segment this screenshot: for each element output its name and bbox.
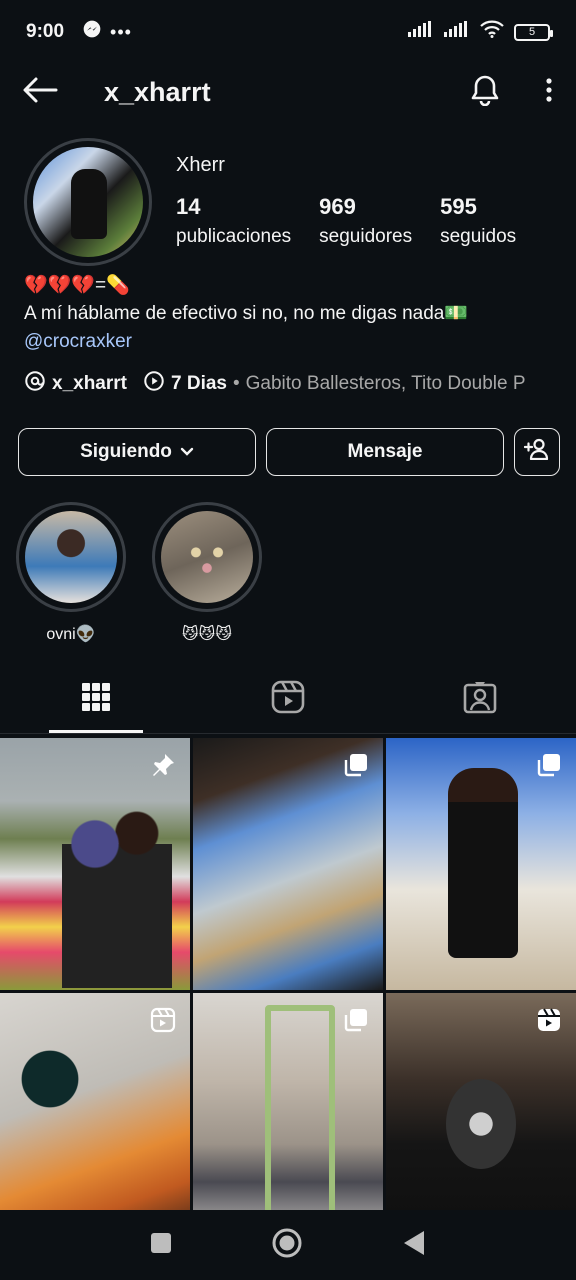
bell-icon[interactable] — [470, 74, 500, 111]
highlight-label: ovni👽 — [46, 626, 96, 643]
stat-label: publicaciones — [176, 226, 292, 247]
message-button[interactable]: Mensaje — [266, 428, 504, 476]
stat-value: 969 — [319, 194, 356, 219]
highlight-cover — [161, 511, 253, 603]
music-separator: • — [232, 373, 240, 394]
following-label: Siguiendo — [80, 441, 172, 462]
music-artists: Gabito Ballesteros, Tito Double P — [245, 373, 526, 394]
profile-bio: 💔💔💔=💊 A mí háblame de efectivo si no, no… — [24, 272, 552, 356]
avatar — [33, 147, 143, 257]
add-person-icon — [523, 438, 550, 466]
stat-followers[interactable]: 969 seguidores — [319, 194, 412, 248]
profile-tabs — [0, 666, 576, 734]
threads-handle[interactable]: x_xharrt — [52, 373, 127, 395]
back-triangle-icon[interactable] — [402, 1230, 426, 1261]
battery-level: 5 — [528, 26, 536, 38]
message-label: Mensaje — [347, 441, 423, 462]
tab-tagged[interactable] — [384, 666, 576, 733]
grid-icon — [81, 682, 111, 717]
profile-avatar-ring[interactable] — [24, 138, 152, 266]
highlight-label: 😼😼😼 — [181, 626, 233, 643]
post-thumbnail[interactable] — [193, 738, 383, 990]
signal-icon-2 — [444, 21, 470, 43]
recents-icon[interactable] — [150, 1232, 172, 1259]
threads-icon — [24, 370, 46, 398]
header-username: x_xharrt — [104, 76, 211, 107]
system-nav-bar — [0, 1210, 576, 1280]
more-notifications-icon: ••• — [110, 21, 132, 42]
bio-line-1: 💔💔💔=💊 — [24, 275, 130, 296]
reels-icon — [271, 680, 305, 719]
stat-label: seguidores — [319, 226, 413, 247]
post-thumbnail[interactable] — [386, 738, 576, 990]
status-time: 9:00 — [26, 21, 65, 42]
stat-posts[interactable]: 14 publicaciones — [176, 194, 291, 248]
signal-icon — [408, 21, 434, 43]
carousel-icon — [536, 752, 562, 783]
posts-grid — [0, 738, 576, 1245]
reel-badge-icon — [536, 1007, 562, 1038]
status-left: 9:00 ••• — [26, 19, 132, 45]
highlight-cover — [25, 511, 117, 603]
tab-grid[interactable] — [0, 666, 192, 733]
profile-actions: Siguiendo Mensaje — [18, 428, 560, 476]
tab-reels[interactable] — [192, 666, 384, 733]
add-person-button[interactable] — [514, 428, 560, 476]
stat-label: seguidos — [440, 226, 517, 247]
bio-line-2: A mí háblame de efectivo si no, no me di… — [24, 303, 469, 324]
display-name: Xherr — [176, 154, 225, 176]
pin-icon — [150, 752, 176, 783]
reel-badge-icon — [150, 1007, 176, 1038]
profile-header: x_xharrt — [0, 64, 576, 120]
story-highlights: ovni👽 😼😼😼 — [16, 502, 262, 644]
post-thumbnail[interactable] — [193, 993, 383, 1245]
highlight-item[interactable]: 😼😼😼 — [152, 502, 262, 644]
stat-value: 14 — [176, 194, 201, 219]
post-thumbnail[interactable] — [386, 993, 576, 1245]
wifi-icon — [480, 20, 504, 44]
status-bar: 9:00 ••• 5 — [0, 0, 576, 64]
stat-value: 595 — [440, 194, 477, 219]
highlight-ring — [16, 502, 126, 612]
carousel-icon — [343, 752, 369, 783]
profile-stats: 14 publicaciones 969 seguidores 595 segu… — [176, 194, 544, 248]
messenger-icon — [82, 19, 102, 45]
chevron-down-icon — [180, 441, 194, 463]
home-icon[interactable] — [271, 1227, 303, 1264]
status-right: 5 — [408, 20, 553, 44]
music-title[interactable]: 7 Dias — [171, 373, 227, 395]
post-thumbnail[interactable] — [0, 993, 190, 1245]
header-actions — [470, 74, 554, 111]
battery-icon: 5 — [514, 23, 553, 41]
more-vertical-icon[interactable] — [544, 77, 554, 108]
bio-link[interactable]: @crocraxker — [24, 328, 552, 356]
profile-meta-row: x_xharrt 7 Dias • Gabito Ballesteros, Ti… — [24, 370, 566, 398]
tagged-icon — [463, 680, 497, 719]
play-circle-icon — [143, 370, 165, 398]
arrow-left-icon[interactable] — [22, 76, 58, 109]
post-thumbnail[interactable] — [0, 738, 190, 990]
highlight-item[interactable]: ovni👽 — [16, 502, 126, 644]
highlight-ring — [152, 502, 262, 612]
following-button[interactable]: Siguiendo — [18, 428, 256, 476]
carousel-icon — [343, 1007, 369, 1038]
stat-following[interactable]: 595 seguidos — [440, 194, 516, 248]
